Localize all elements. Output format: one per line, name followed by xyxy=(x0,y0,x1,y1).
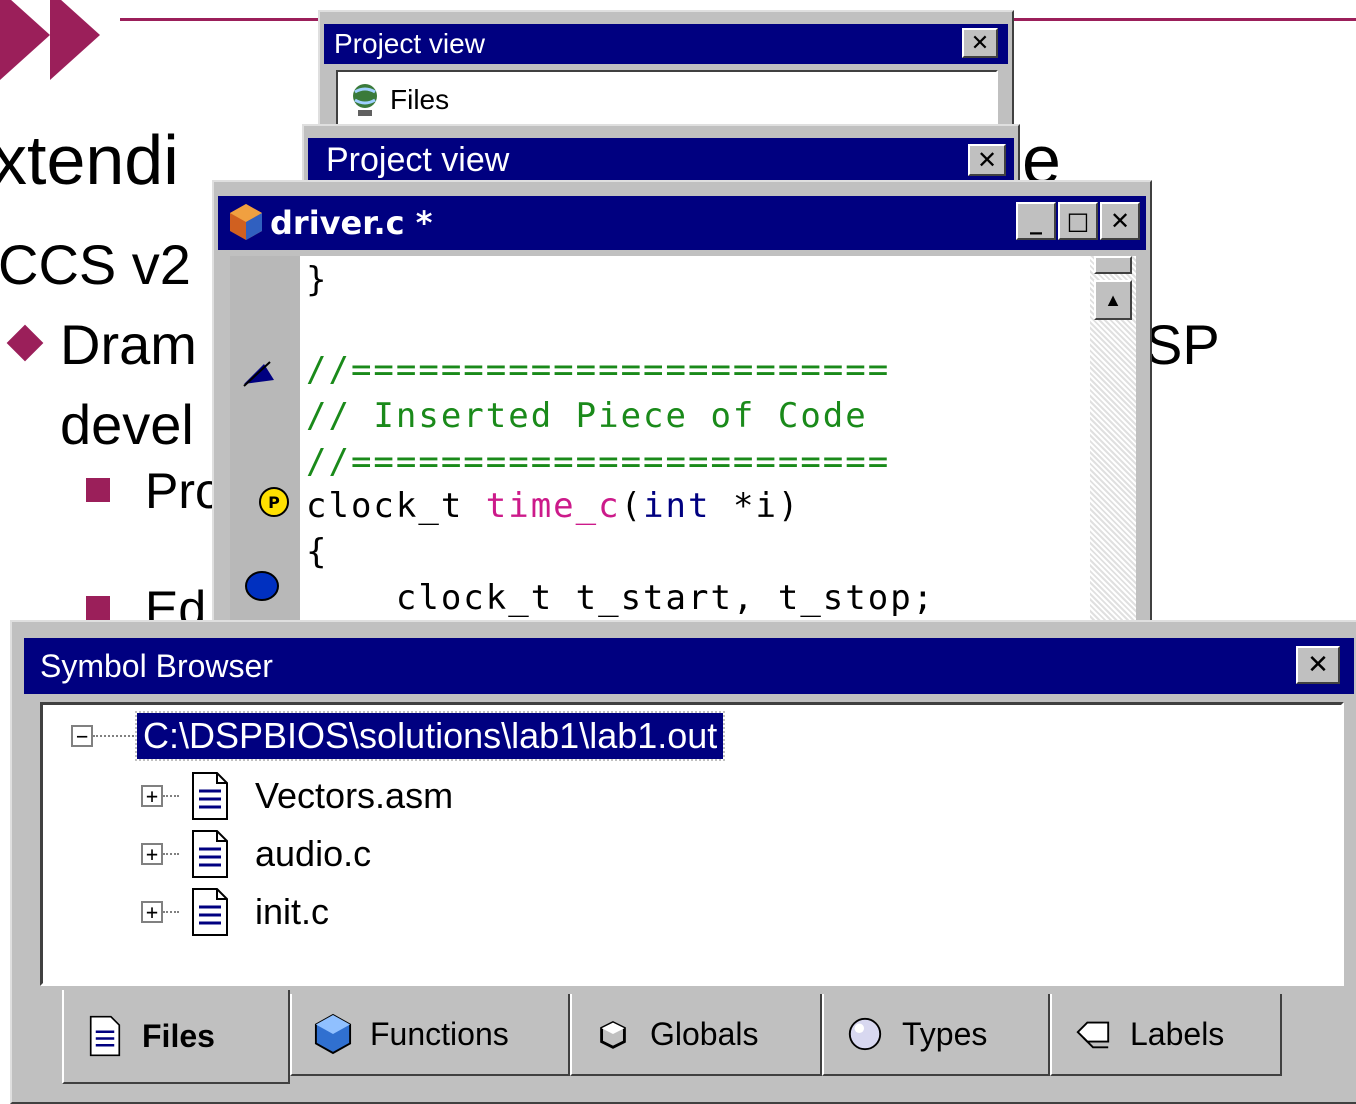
expand-plus-icon[interactable]: + xyxy=(141,843,163,865)
editor-window-driver-c: driver.c * _ □ ✕ P } //=================… xyxy=(212,180,1152,646)
probe-point-icon xyxy=(243,361,274,387)
expand-plus-icon[interactable]: + xyxy=(141,785,163,807)
editor-titlebar[interactable]: driver.c * _ □ ✕ xyxy=(218,196,1146,250)
tree-root-row[interactable]: − C:\DSPBIOS\solutions\lab1\lab1.out xyxy=(71,711,726,761)
vertical-scrollbar[interactable]: ▲ xyxy=(1090,256,1136,646)
symbol-browser-tabs: Files Functions Globals Types Labels xyxy=(62,990,1302,1084)
tree-item[interactable]: + init.c xyxy=(141,887,329,937)
tree-item[interactable]: + audio.c xyxy=(141,829,371,879)
tab-globals[interactable]: Globals xyxy=(570,994,822,1076)
tab-label: Types xyxy=(902,1015,988,1052)
code-token-param: *i) xyxy=(710,486,801,526)
code-token-paren: ( xyxy=(620,486,644,526)
symbol-browser-title: Symbol Browser xyxy=(40,647,273,684)
square-bullet-icon xyxy=(86,596,110,620)
tab-labels[interactable]: Labels xyxy=(1050,994,1282,1076)
maximize-button[interactable]: □ xyxy=(1058,202,1098,240)
file-document-icon xyxy=(192,772,228,820)
gutter-markers: P xyxy=(243,361,289,601)
tree-connector xyxy=(163,853,179,855)
code-line: } xyxy=(306,260,329,300)
tree-item-label: Vectors.asm xyxy=(255,775,454,816)
tree-connector xyxy=(163,911,179,913)
tab-label: Labels xyxy=(1130,1015,1225,1052)
collapse-minus-icon[interactable]: − xyxy=(71,725,93,747)
editor-gutter[interactable]: P xyxy=(230,256,300,646)
slide-bullet-ccs: CCS v2 xyxy=(0,233,191,296)
project-view-title: Project view xyxy=(334,28,485,59)
label-tag-icon xyxy=(1076,1021,1110,1049)
expand-plus-icon[interactable]: + xyxy=(141,901,163,923)
close-button[interactable]: ✕ xyxy=(1100,202,1140,240)
scrollbar-split-handle[interactable] xyxy=(1094,256,1132,274)
code-line: clock_t t_start, t_stop; xyxy=(306,578,936,618)
symbol-browser-titlebar[interactable]: Symbol Browser ✕ xyxy=(24,638,1354,694)
tree-item-label: audio.c xyxy=(255,833,372,874)
tab-label: Globals xyxy=(650,1015,759,1052)
tab-label: Files xyxy=(142,1017,215,1054)
slide-title-fragment: xtendi xyxy=(0,121,179,199)
app-cube-icon xyxy=(230,204,262,240)
slide-bullet-dram: Dram xyxy=(60,313,197,376)
small-cube-icon xyxy=(600,1021,626,1049)
tree-connector xyxy=(93,735,137,737)
slide-arrows-logo xyxy=(0,0,100,80)
code-token-function-name: time_c xyxy=(485,486,621,526)
project-view-titlebar[interactable]: Project view ✕ xyxy=(324,24,1008,64)
close-button[interactable]: ✕ xyxy=(1296,646,1340,684)
files-tree-item[interactable]: Files xyxy=(336,70,998,130)
code-editor[interactable]: } //======================== // Inserted… xyxy=(300,256,1090,646)
tab-functions[interactable]: Functions xyxy=(290,994,570,1076)
code-token-type: clock_t xyxy=(306,486,486,526)
tab-files[interactable]: Files xyxy=(62,990,290,1084)
tab-label: Functions xyxy=(370,1015,509,1052)
tree-root-label[interactable]: C:\DSPBIOS\solutions\lab1\lab1.out xyxy=(134,711,726,761)
code-token-keyword: int xyxy=(643,486,711,526)
square-bullet-icon xyxy=(86,478,110,502)
file-document-icon xyxy=(192,888,228,936)
blue-cube-icon xyxy=(314,1013,352,1055)
profile-clock-icon: P xyxy=(259,487,289,517)
sphere-icon xyxy=(848,1017,882,1051)
code-line-comment: //======================== xyxy=(306,442,891,482)
close-button[interactable]: ✕ xyxy=(968,144,1006,176)
slide-bullet-devel: devel xyxy=(60,393,194,456)
files-label: Files xyxy=(390,84,450,115)
globe-icon xyxy=(353,84,377,116)
file-document-icon xyxy=(192,830,228,878)
editor-title: driver.c * xyxy=(270,204,433,242)
scroll-up-arrow-icon[interactable]: ▲ xyxy=(1094,280,1132,320)
breakpoint-icon xyxy=(245,571,279,601)
tree-connector xyxy=(163,795,179,797)
tree-item-label: init.c xyxy=(255,891,330,932)
project-view-title: Project view xyxy=(326,140,510,179)
file-document-icon xyxy=(89,1015,121,1057)
code-line-comment: // Inserted Piece of Code xyxy=(306,396,868,436)
code-line-comment: //======================== xyxy=(306,350,891,390)
close-button[interactable]: ✕ xyxy=(962,28,998,58)
svg-text:P: P xyxy=(268,493,280,512)
minimize-button[interactable]: _ xyxy=(1016,202,1056,240)
tree-item[interactable]: + Vectors.asm xyxy=(141,771,453,821)
project-view-titlebar[interactable]: Project view ✕ xyxy=(308,138,1014,182)
code-line-function-signature: clock_t time_c(int *i) xyxy=(306,486,800,526)
tab-types[interactable]: Types xyxy=(822,994,1050,1076)
symbol-browser-window: Symbol Browser ✕ − C:\DSPBIOS\solutions\… xyxy=(10,620,1356,1104)
code-line: { xyxy=(306,532,329,572)
diamond-bullet-icon xyxy=(6,324,44,362)
project-view-window-back: Project view ✕ Files xyxy=(318,10,1014,140)
symbol-tree[interactable]: − C:\DSPBIOS\solutions\lab1\lab1.out + V… xyxy=(40,702,1344,986)
slide-bullet-dsp: SP xyxy=(1145,313,1220,376)
